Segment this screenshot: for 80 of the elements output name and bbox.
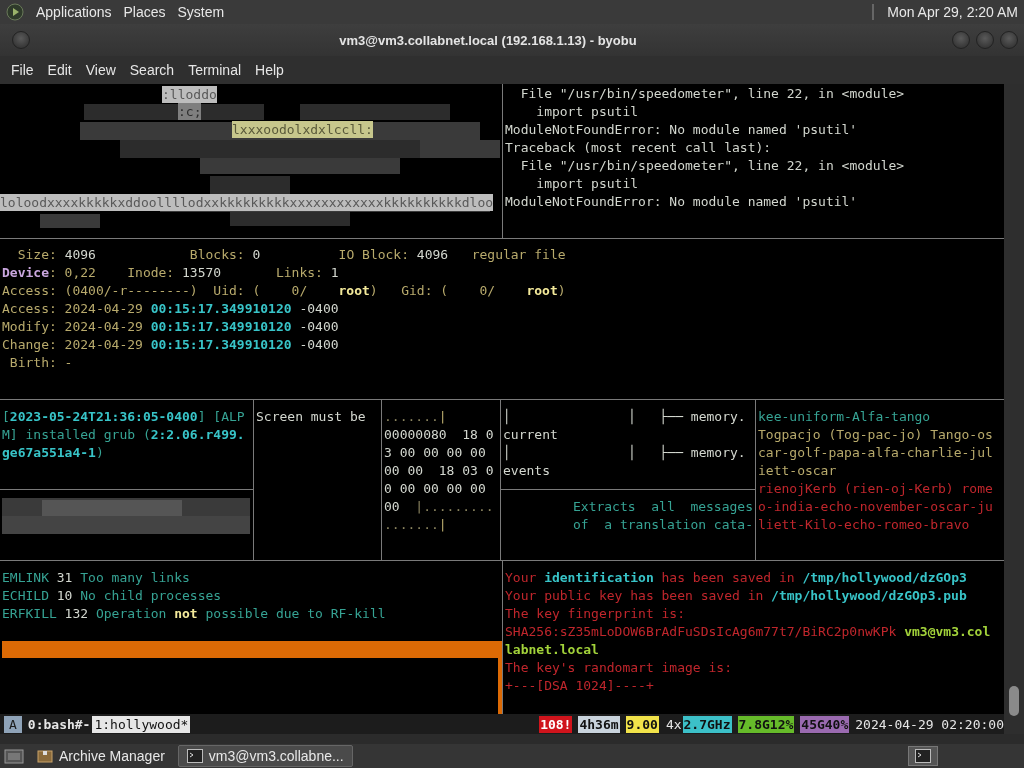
ascii-art-text: loloodxxxxkkkkkxddoollllodxxkkkkkkkkkxxxxxxxxxxxxkkkkkkkkkkdloo	[0, 194, 494, 211]
terminal-line: File "/usr/bin/speedometer", line 22, in <module>	[519, 157, 906, 175]
window-title: vm3@vm3.collabnet.local (192.168.1.13) - byobu	[338, 32, 638, 48]
terminal-line: import psutil	[535, 175, 640, 193]
hex-line: 0 00 00 00 00	[384, 480, 487, 498]
archive-icon	[37, 749, 53, 763]
session-label: A	[4, 715, 22, 733]
terminal-line: rienojKerb (rien-oj-Kerb) romeo-india-echo-november-oscar-juliett-Kilo-echo-romeo-bravo	[758, 480, 994, 534]
status-indicator: 108!	[539, 715, 573, 733]
terminal-line: EMLINK 31 Too many links	[2, 569, 191, 587]
terminal-line: Screen must be	[256, 408, 367, 426]
terminal-line: ModuleNotFoundError: No module named 'psutil'	[505, 193, 859, 211]
tree-line: current	[503, 426, 559, 444]
terminal-line: SHA256:sZ35mLoDOW6BrAdFuSDsIcAg6m77t7/BiRC2p0nwKPk vm3@vm3.collabnet.local	[505, 623, 992, 659]
window-menu-button[interactable]	[12, 31, 30, 49]
maximize-button[interactable]	[976, 31, 994, 49]
terminal-line: ERFKILL 132 Operation not possible due to RF-kill	[2, 605, 387, 623]
scrollbar-thumb[interactable]	[1009, 686, 1019, 716]
terminal-line: ModuleNotFoundError: No module named 'psutil'	[505, 121, 859, 139]
menu-item[interactable]: View	[78, 62, 123, 78]
terminal-line: kee-uniform-Alfa-tango	[758, 408, 932, 426]
hex-line: .......|	[384, 408, 448, 426]
menu-item[interactable]: File	[4, 62, 41, 78]
taskbar-task[interactable]: Archive Manager	[28, 745, 174, 767]
terminal-line: +---[DSA 1024]----+	[505, 677, 655, 695]
menu-item[interactable]: Help	[248, 62, 291, 78]
terminal-line: Access: (0400/-r--------) Uid: ( 0/ root) Gid: ( 0/ root)	[2, 282, 567, 300]
hex-line: .......|	[384, 516, 448, 534]
man-line: of a translation cata-	[572, 516, 753, 534]
window-tab[interactable]: 1:hollywood*	[92, 715, 191, 733]
play-logo-icon[interactable]	[6, 3, 24, 21]
status-indicator: 9.00	[625, 715, 659, 733]
log-entry: [2023-05-24T21:36:05-0400] [ALPM] installed grub (2:2.06.r499.ge67a551a4-1)	[2, 408, 246, 462]
terminal-line: import psutil	[535, 103, 640, 121]
terminal-line: Access: 2024-04-29 00:15:17.349910120 -0400	[2, 300, 340, 318]
tree-line: events	[503, 462, 551, 480]
terminal-icon	[915, 749, 931, 763]
terminal-line: The key fingerprint is:	[505, 605, 686, 623]
clock[interactable]: Mon Apr 29, 2:20 AM	[887, 4, 1018, 20]
ascii-art-text: :c;	[178, 103, 202, 120]
status-indicator: 4h36m	[578, 715, 620, 733]
menu-item[interactable]: Terminal	[181, 62, 249, 78]
terminal-line: Size: 4096 Blocks: 0 IO Block: 4096 regular file	[16, 246, 567, 264]
status-indicator: 7.8G12%	[737, 715, 795, 733]
hex-line: 00000080 18 0	[384, 426, 495, 444]
terminal-line: Togpacjo (Tog-pac-jo) Tango-oscar-golf-papa-alfa-charlie-juliett-oscar	[758, 426, 994, 480]
ascii-art-text: lxxxoodolxdxlccll:	[232, 121, 373, 138]
terminal-line: Your public key has been saved in /tmp/hollywood/dzGOp3.pub	[505, 587, 968, 605]
terminal-line: The key's randomart image is:	[505, 659, 733, 677]
man-line: Extracts all messages	[572, 498, 753, 516]
status-indicator: 45G40%	[800, 715, 850, 733]
terminal-line: ECHILD 10 No child processes	[2, 587, 223, 605]
status-datetime: 2024-04-29 02:20:00	[855, 716, 1004, 732]
terminal-icon	[186, 749, 203, 763]
status-indicator: 2.7GHz	[682, 715, 732, 733]
panel-menu[interactable]: Places	[123, 4, 166, 20]
terminal-line: Your identification has been saved in /tmp/hollywood/dzGOp3	[505, 569, 968, 587]
status-indicator: 4x	[664, 715, 683, 733]
terminal-line: Change: 2024-04-29 00:15:17.349910120 -0400	[2, 336, 340, 354]
terminal-line: Traceback (most recent call last):	[505, 139, 773, 157]
ascii-art-text: :lloddo	[162, 86, 217, 103]
terminal-line: Device: 0,22 Inode: 13570 Links: 1	[2, 264, 340, 282]
tree-line: │ │ ├── memory.	[503, 444, 747, 462]
window-tab[interactable]: 0:bash#-	[25, 715, 93, 733]
hex-line: 00 00 18 03 0	[384, 462, 495, 480]
menu-item[interactable]: Edit	[40, 62, 79, 78]
panel-menu[interactable]: Applications	[36, 4, 112, 20]
menu-item[interactable]: Search	[122, 62, 182, 78]
terminal-line: Birth: -	[8, 354, 74, 372]
tree-line: │ │ ├── memory.	[503, 408, 747, 426]
close-button[interactable]	[1000, 31, 1018, 49]
hex-line: 00 |.........	[384, 498, 495, 516]
minimize-button[interactable]	[952, 31, 970, 49]
workspace-switcher[interactable]	[908, 746, 938, 766]
desktop-icon[interactable]	[4, 747, 24, 765]
terminal-line: Modify: 2024-04-29 00:15:17.349910120 -0400	[2, 318, 340, 336]
taskbar-task[interactable]: vm3@vm3.collabne...	[177, 745, 353, 767]
hex-line: 3 00 00 00 00	[384, 444, 487, 462]
panel-menu[interactable]: System	[177, 4, 225, 20]
terminal-line: File "/usr/bin/speedometer", line 22, in <module>	[519, 85, 906, 103]
